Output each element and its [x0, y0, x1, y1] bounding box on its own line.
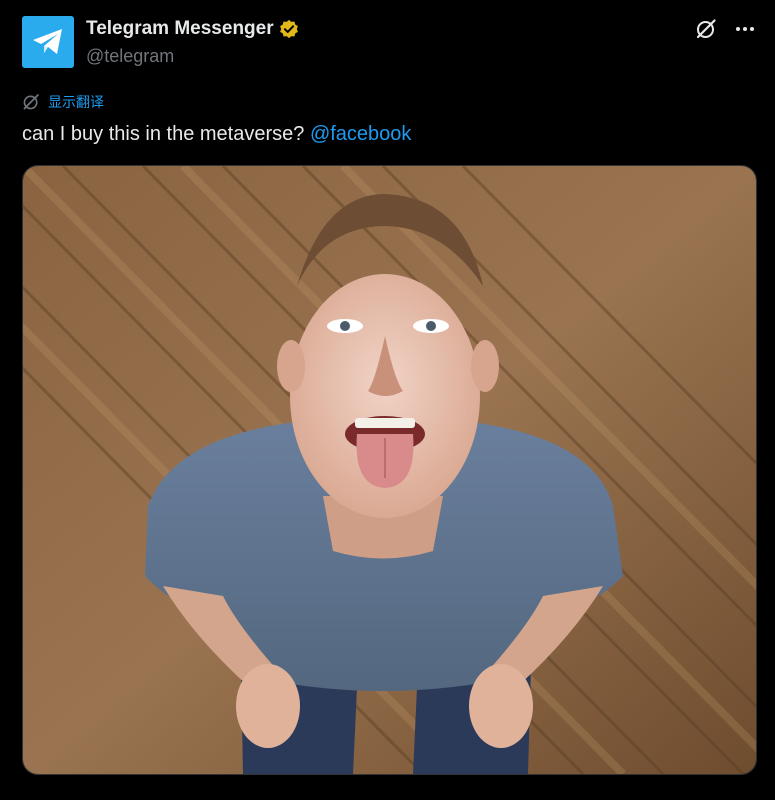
name-row: Telegram Messenger: [86, 18, 299, 40]
grok-icon[interactable]: [695, 18, 717, 40]
tweet-body: can I buy this in the metaverse?: [22, 123, 305, 145]
user-handle[interactable]: @telegram: [86, 45, 174, 67]
grok-icon: [23, 94, 39, 110]
tweet-text: can I buy this in the metaverse? @facebo…: [22, 120, 411, 148]
display-name[interactable]: Telegram Messenger: [86, 18, 274, 40]
tweet: Telegram Messenger @telegram 显示翻译 can I …: [0, 0, 775, 800]
tweet-top-actions: [695, 18, 755, 40]
verified-badge-icon[interactable]: [279, 19, 299, 39]
mention-link[interactable]: @facebook: [310, 123, 411, 145]
photo: [23, 166, 756, 774]
show-translation-label: 显示翻译: [48, 94, 104, 110]
avatar[interactable]: [22, 16, 74, 68]
show-translation-button[interactable]: 显示翻译: [22, 92, 104, 112]
telegram-paper-plane-icon: [33, 29, 62, 54]
more-dots-icon[interactable]: [735, 26, 755, 32]
tweet-photo[interactable]: [22, 165, 757, 775]
